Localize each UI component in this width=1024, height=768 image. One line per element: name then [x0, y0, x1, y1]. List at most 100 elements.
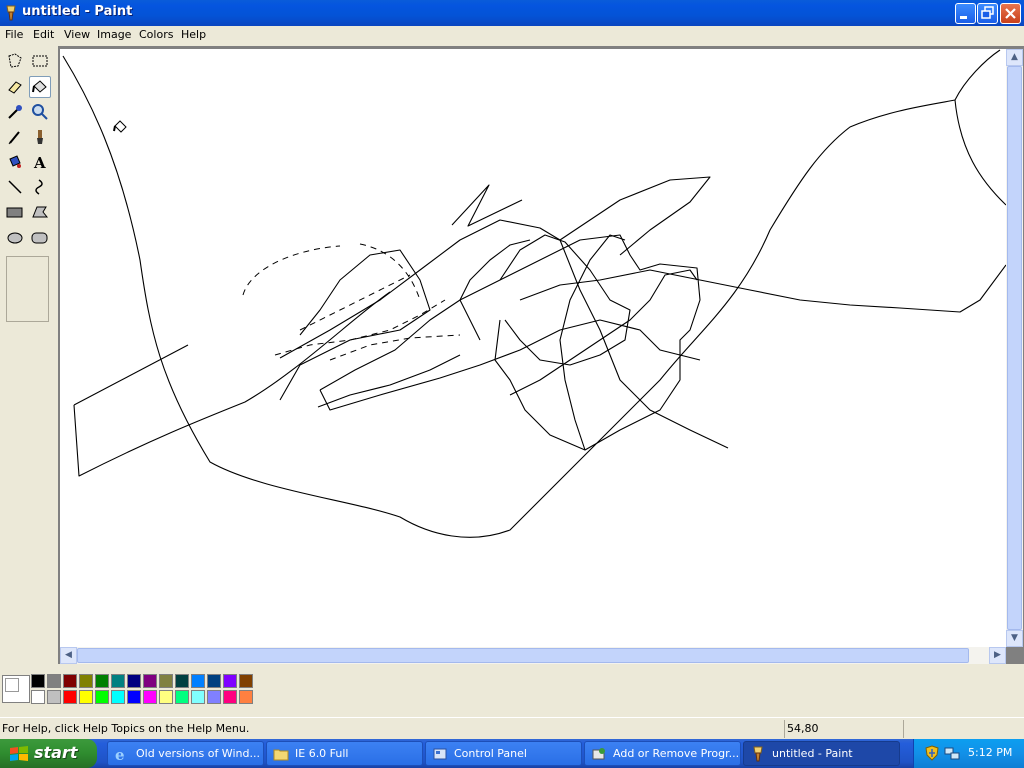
color-swatch[interactable]: [143, 674, 157, 688]
color-swatch[interactable]: [111, 690, 125, 704]
eraser-tool[interactable]: [4, 76, 26, 98]
magnifier-icon: [32, 104, 48, 120]
window-title: untitled - Paint: [22, 4, 133, 19]
rectangle-tool[interactable]: [4, 201, 26, 223]
color-swatch[interactable]: [239, 674, 253, 688]
pick-color-tool[interactable]: [4, 101, 26, 123]
taskbar-item-control-panel[interactable]: Control Panel: [425, 741, 582, 766]
taskbar-item-ie-full[interactable]: IE 6.0 Full: [266, 741, 423, 766]
status-divider: [903, 720, 904, 738]
tool-options-box[interactable]: [6, 256, 49, 322]
eyedropper-icon: [8, 105, 22, 119]
color-swatch[interactable]: [79, 690, 93, 704]
scroll-right-button[interactable]: ▶: [989, 647, 1006, 664]
brush-tool[interactable]: [29, 126, 51, 148]
vertical-scrollbar[interactable]: ▲ ▼: [1006, 49, 1023, 647]
taskbar-item-paint[interactable]: untitled - Paint: [743, 741, 900, 766]
close-button[interactable]: [1000, 3, 1021, 24]
color-swatch[interactable]: [223, 674, 237, 688]
fill-cursor-icon: [113, 120, 127, 133]
curve-icon: [35, 179, 43, 195]
select-tool[interactable]: [29, 50, 51, 72]
color-swatch[interactable]: [159, 674, 173, 688]
windows-logo-icon: [10, 746, 28, 761]
network-icon[interactable]: [944, 745, 960, 761]
status-help-text: For Help, click Help Topics on the Help …: [2, 722, 250, 735]
color-swatch[interactable]: [63, 690, 77, 704]
free-form-select-tool[interactable]: [4, 50, 26, 72]
status-bar: For Help, click Help Topics on the Help …: [0, 717, 1024, 739]
rectangle-select-icon: [32, 55, 48, 67]
title-bar[interactable]: untitled - Paint: [0, 0, 1024, 26]
color-swatch[interactable]: [47, 674, 61, 688]
taskbar-item-add-remove[interactable]: Add or Remove Progr...: [584, 741, 741, 766]
curve-tool[interactable]: [29, 176, 51, 198]
menu-image[interactable]: Image: [97, 28, 131, 41]
menu-colors[interactable]: Colors: [139, 28, 173, 41]
folder-icon: [273, 749, 289, 761]
color-palette: [0, 665, 1024, 712]
color-swatch[interactable]: [95, 690, 109, 704]
color-swatch[interactable]: [207, 690, 221, 704]
add-remove-icon: [592, 748, 605, 760]
menu-bar: File Edit View Image Colors Help: [0, 26, 1024, 45]
pencil-tool[interactable]: [4, 126, 26, 148]
scribble-drawing: [62, 49, 1006, 538]
toolbox: A: [0, 45, 58, 665]
color-swatch[interactable]: [31, 674, 45, 688]
menu-view[interactable]: View: [64, 28, 90, 41]
minimize-button[interactable]: [955, 3, 976, 24]
brush-icon: [37, 130, 43, 144]
eraser-icon: [8, 81, 22, 94]
color-swatch[interactable]: [79, 674, 93, 688]
pencil-icon: [8, 131, 20, 145]
color-swatch[interactable]: [191, 690, 205, 704]
drawing-canvas[interactable]: [60, 49, 1006, 649]
fill-with-color-tool[interactable]: [29, 76, 51, 98]
color-swatch[interactable]: [175, 674, 189, 688]
color-swatch[interactable]: [127, 690, 141, 704]
security-shield-icon[interactable]: [924, 745, 940, 761]
magnifier-tool[interactable]: [29, 101, 51, 123]
rectangle-icon: [6, 207, 23, 218]
color-swatch[interactable]: [31, 690, 45, 704]
color-swatch[interactable]: [239, 690, 253, 704]
color-swatch[interactable]: [63, 674, 77, 688]
maximize-button[interactable]: [977, 3, 998, 24]
minimize-icon: [960, 16, 967, 19]
paint-bucket-icon: [32, 80, 47, 93]
polygon-tool[interactable]: [29, 201, 51, 223]
status-coordinates: 54,80: [787, 722, 819, 735]
color-swatch[interactable]: [111, 674, 125, 688]
vertical-scroll-thumb[interactable]: [1007, 66, 1022, 630]
color-swatch[interactable]: [143, 690, 157, 704]
color-swatch[interactable]: [47, 690, 61, 704]
menu-help[interactable]: Help: [181, 28, 206, 41]
svg-text:A: A: [33, 154, 46, 172]
line-icon: [8, 180, 22, 194]
text-tool[interactable]: A: [29, 151, 51, 173]
color-swatch[interactable]: [191, 674, 205, 688]
taskbar-item-old-versions[interactable]: e Old versions of Wind...: [107, 741, 264, 766]
scroll-down-button[interactable]: ▼: [1006, 630, 1023, 647]
color-swatch[interactable]: [175, 690, 189, 704]
menu-edit[interactable]: Edit: [33, 28, 54, 41]
color-swatch[interactable]: [95, 674, 109, 688]
line-tool[interactable]: [4, 176, 26, 198]
scroll-up-button[interactable]: ▲: [1006, 49, 1023, 66]
rounded-rectangle-tool[interactable]: [29, 226, 51, 248]
menu-file[interactable]: File: [5, 28, 23, 41]
system-tray: 5:12 PM: [913, 739, 1024, 768]
polygon-icon: [32, 206, 49, 218]
ellipse-tool[interactable]: [4, 226, 26, 248]
svg-text:e: e: [115, 746, 125, 762]
horizontal-scroll-thumb[interactable]: [77, 648, 969, 663]
airbrush-tool[interactable]: [4, 151, 26, 173]
start-button[interactable]: start: [0, 739, 97, 768]
color-swatch[interactable]: [223, 690, 237, 704]
color-swatch[interactable]: [127, 674, 141, 688]
ie-icon: e: [115, 746, 125, 762]
color-swatch[interactable]: [207, 674, 221, 688]
color-swatch[interactable]: [159, 690, 173, 704]
scroll-left-button[interactable]: ◀: [60, 647, 77, 664]
